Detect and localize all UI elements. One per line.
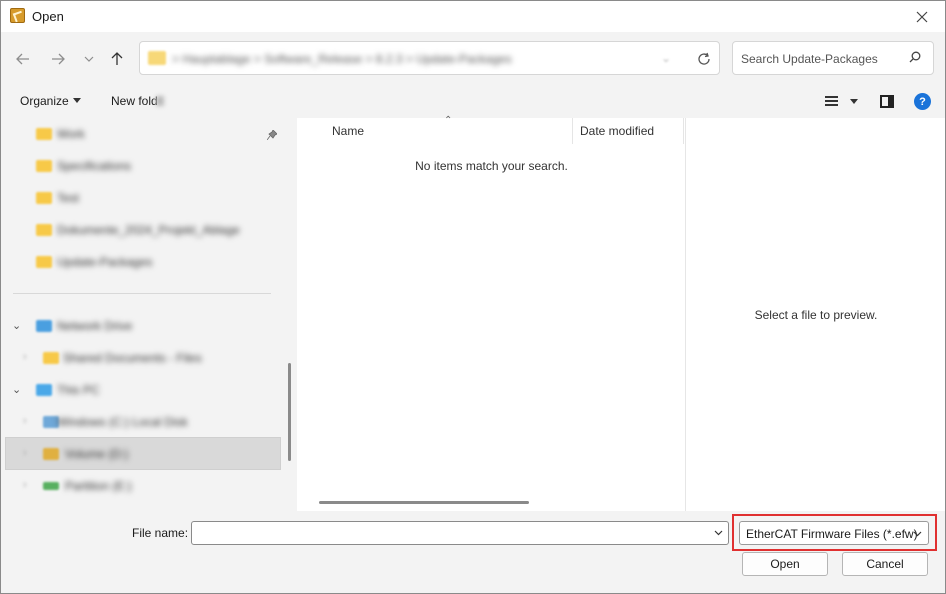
collapsed-chevron-icon[interactable]: ›: [23, 351, 27, 363]
refresh-button[interactable]: [693, 48, 715, 70]
nav-item-quick-1[interactable]: Work: [1, 120, 281, 148]
nav-item-network[interactable]: ⌄ Network Drive: [1, 312, 281, 340]
folder-icon: [36, 128, 52, 140]
up-button[interactable]: [106, 49, 128, 69]
redacted-text: [155, 96, 164, 106]
computer-icon: [36, 384, 52, 396]
horizontal-scrollbar[interactable]: [319, 501, 529, 504]
new-folder-label: New fold: [111, 94, 158, 108]
preview-pane: Select a file to preview.: [685, 118, 945, 511]
folder-icon: [36, 256, 52, 268]
nav-item-quick-5[interactable]: Update-Packages: [1, 248, 281, 276]
open-file-dialog: Open > Hauptablage > Software_Release > …: [0, 0, 946, 594]
column-header-date-modified[interactable]: Date modified: [580, 124, 654, 150]
help-icon[interactable]: ?: [914, 93, 931, 110]
collapsed-chevron-icon[interactable]: ›: [23, 415, 27, 427]
nav-item-shared[interactable]: › Shared Documents - Files: [1, 344, 281, 372]
open-button[interactable]: Open: [742, 552, 828, 576]
view-list-icon[interactable]: [825, 96, 838, 106]
up-arrow-icon: [111, 52, 123, 65]
app-icon: [10, 8, 25, 23]
cancel-button[interactable]: Cancel: [842, 552, 928, 576]
nav-item-label: Update-Packages: [57, 255, 153, 269]
search-icon: [909, 51, 921, 63]
search-placeholder: Search Update-Packages: [741, 52, 878, 66]
nav-item-quick-4[interactable]: Dokumente_2024_Projekt_Ablage: [1, 216, 281, 244]
forward-button[interactable]: [47, 49, 69, 69]
nav-item-label: Windows (C:) Local Disk: [57, 415, 188, 429]
nav-item-drive-d[interactable]: › Volume (D:): [1, 440, 281, 468]
column-separator[interactable]: [572, 118, 573, 144]
file-list-pane: ⌃ Name Date modified No items match your…: [299, 115, 684, 511]
column-header-name[interactable]: Name: [332, 124, 364, 150]
nav-item-quick-2[interactable]: Specifications: [1, 152, 281, 180]
nav-item-label: Dokumente_2024_Projekt_Ablage: [57, 223, 240, 237]
new-folder-button[interactable]: New fold: [111, 94, 164, 108]
folder-icon: [36, 224, 52, 236]
expand-chevron-icon[interactable]: ⌄: [12, 383, 21, 396]
expand-chevron-icon[interactable]: ⌄: [12, 319, 21, 332]
view-options-caret-icon[interactable]: [850, 99, 858, 104]
organize-menu[interactable]: Organize: [20, 94, 81, 108]
nav-divider: [13, 293, 271, 294]
nav-item-label: Partition (E:): [65, 479, 132, 493]
forward-arrow-icon: [52, 53, 65, 65]
caret-down-icon: [72, 98, 81, 103]
recent-locations-button[interactable]: [78, 49, 100, 69]
address-row: > Hauptablage > Software_Release > 8.2.3…: [1, 32, 945, 84]
back-arrow-icon: [16, 53, 29, 65]
file-name-dropdown-icon[interactable]: [713, 527, 724, 538]
dialog-footer: File name: EtherCAT Firmware Files (*.ef…: [1, 511, 945, 593]
close-icon: [916, 11, 928, 22]
nav-item-drive-e[interactable]: › Partition (E:): [1, 472, 281, 500]
empty-results-message: No items match your search.: [415, 159, 568, 173]
window-title: Open: [32, 9, 64, 24]
preview-message: Select a file to preview.: [754, 308, 878, 322]
nav-item-quick-3[interactable]: Test: [1, 184, 281, 212]
close-button[interactable]: [899, 1, 945, 32]
nav-item-label: Work: [57, 127, 85, 141]
search-box[interactable]: Search Update-Packages: [732, 41, 934, 75]
pin-icon[interactable]: [267, 130, 277, 140]
address-bar[interactable]: > Hauptablage > Software_Release > 8.2.3…: [139, 41, 720, 75]
annotation-highlight-box: [732, 514, 937, 551]
folder-icon: [36, 192, 52, 204]
title-bar: Open: [1, 1, 945, 32]
navigation-pane: Work Specifications Test Dokumente_2024_…: [1, 118, 297, 511]
address-history-dropdown[interactable]: ⌄: [661, 51, 671, 65]
folder-icon: [36, 160, 52, 172]
nav-item-label: Shared Documents - Files: [63, 351, 202, 365]
sort-ascending-icon: ⌃: [444, 115, 453, 126]
nav-item-drive-c[interactable]: › Windows (C:) Local Disk: [1, 408, 281, 436]
file-name-label: File name:: [132, 526, 189, 540]
address-path: > Hauptablage > Software_Release > 8.2.3…: [172, 52, 512, 66]
column-separator[interactable]: [683, 118, 684, 144]
collapsed-chevron-icon[interactable]: ›: [23, 479, 27, 491]
folder-icon: [43, 352, 59, 364]
drive-icon: [43, 448, 59, 460]
collapsed-chevron-icon[interactable]: ›: [23, 447, 27, 459]
nav-item-label: Volume (D:): [65, 447, 129, 461]
chevron-down-icon: [84, 56, 94, 62]
nav-item-label: Specifications: [57, 159, 132, 173]
nav-item-label: This PC: [57, 383, 100, 397]
folder-icon: [148, 51, 166, 65]
preview-pane-icon[interactable]: [880, 95, 894, 108]
nav-item-label: Network Drive: [57, 319, 133, 333]
nav-item-label: Test: [57, 191, 80, 205]
nav-scrollbar[interactable]: [288, 363, 291, 461]
back-button[interactable]: [12, 49, 34, 69]
file-name-input[interactable]: [191, 521, 729, 545]
nav-item-this-pc[interactable]: ⌄ This PC: [1, 376, 281, 404]
refresh-icon: [698, 52, 710, 65]
network-icon: [36, 320, 52, 332]
organize-label: Organize: [20, 94, 69, 108]
command-bar: Organize New fold ?: [1, 84, 945, 118]
drive-icon: [43, 482, 59, 490]
